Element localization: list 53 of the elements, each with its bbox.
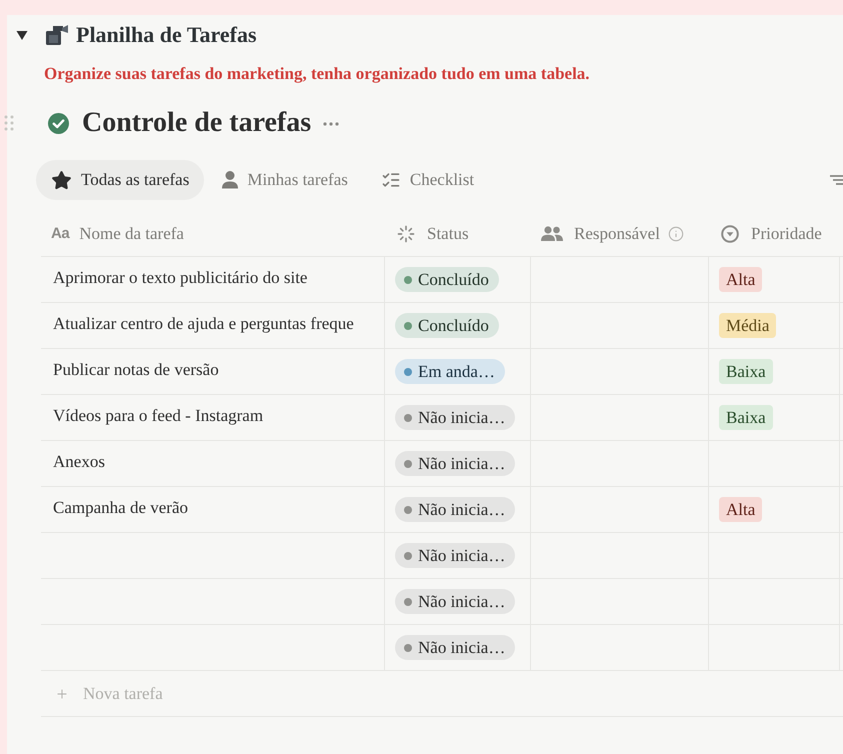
more-icon[interactable] [323,122,340,126]
status-tag[interactable]: Em anda… [395,359,505,384]
toggle-triangle-icon[interactable] [16,29,28,41]
task-name: Aprimorar o texto publicitário do site [53,268,308,287]
text-type-glyph: Aa [51,224,70,242]
status-tag[interactable]: Não inicia… [395,405,516,430]
section-title: Planilha de Tarefas [76,22,257,48]
priority-tag[interactable]: Alta [719,497,762,522]
database-title: Controle de tarefas [82,106,312,140]
status-text: Não inicia… [418,636,506,658]
info-icon[interactable] [668,226,684,242]
task-name: Anexos [53,452,105,471]
column-header[interactable]: Status [427,222,469,244]
task-name: Campanha de verão [53,498,188,517]
filter-icon[interactable] [830,174,843,186]
column-header[interactable]: Nome da tarefa [79,222,184,244]
status-tag[interactable]: Concluído [395,267,499,292]
drag-handle-icon[interactable] [4,115,14,131]
priority-tag[interactable]: Baixa [719,359,773,384]
view-tab[interactable]: Todas as tarefas [36,160,204,200]
task-name: Atualizar centro de ajuda e perguntas freque [53,314,354,333]
section-subtitle: Organize suas tarefas do marketing, tenha organizado tudo em uma tabela. [44,63,590,85]
person-icon [222,171,238,189]
view-tab[interactable]: Minhas tarefas [207,160,363,200]
star-icon [51,170,72,190]
status-tag[interactable]: Concluído [395,313,499,338]
status-tag[interactable]: Não inicia… [395,497,516,522]
status-tag[interactable]: Não inicia… [395,635,516,660]
dropdown-circle-icon [721,224,739,242]
task-name: Vídeos para o feed - Instagram [53,406,264,425]
status-tag[interactable]: Não inicia… [395,451,516,476]
priority-tag[interactable]: Alta [719,267,762,292]
status-text: Concluído [418,314,489,336]
status-text: Não inicia… [418,498,506,520]
status-text: Não inicia… [418,452,506,474]
status-text: Não inicia… [418,406,506,428]
camera-icon [46,25,68,45]
column-header[interactable]: Prioridade [751,222,822,244]
status-text: Concluído [418,268,489,290]
priority-tag[interactable]: Baixa [719,405,773,430]
view-tab[interactable]: Checklist [366,160,490,200]
people-icon [541,226,563,241]
status-tag[interactable]: Não inicia… [395,543,516,568]
status-tag[interactable]: Não inicia… [395,589,516,614]
status-text: Em anda… [418,360,495,382]
priority-tag[interactable]: Média [719,313,776,338]
task-name: Publicar notas de versão [53,360,219,379]
status-text: Não inicia… [418,544,506,566]
plus-icon [55,686,69,700]
check-circle-icon [48,112,69,134]
spinner-icon [397,224,415,242]
column-header[interactable]: Responsável [574,222,660,244]
status-text: Não inicia… [418,590,506,612]
